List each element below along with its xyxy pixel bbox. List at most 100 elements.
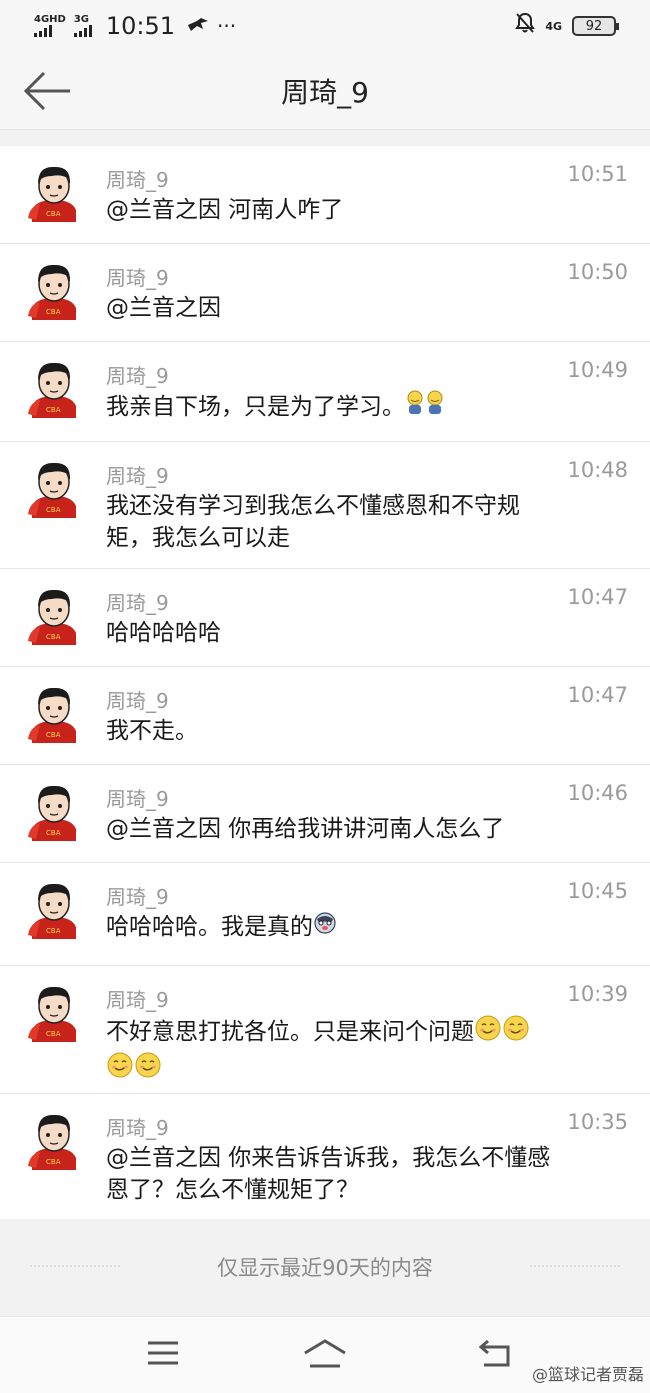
return-icon [478, 1339, 510, 1367]
message-row[interactable]: CBA 周琦_9 10:39 不好意思打扰各位。只是来问个问题 [0, 966, 650, 1094]
husky-emoji-icon [313, 911, 337, 944]
message-body: 我还没有学习到我怎么不懂感恩和不守规矩，我怎么可以走 [106, 490, 551, 554]
message-time: 10:45 [567, 879, 628, 903]
message-row[interactable]: CBA 周琦_9 10:45 哈哈哈哈。我是真的 [0, 863, 650, 966]
message-time: 10:48 [567, 458, 628, 482]
svg-text:CBA: CBA [46, 506, 61, 514]
message-row[interactable]: CBA 周琦_9 10:50 @兰音之因 [0, 244, 650, 342]
app-header: 周琦_9 [0, 52, 650, 130]
message-text: 我亲自下场，只是为了学习。 [106, 394, 405, 420]
message-time: 10:50 [567, 260, 628, 284]
message-text: @兰音之因 河南人咋了 [106, 197, 344, 223]
message-time: 10:46 [567, 781, 628, 805]
laugh-cry-emoji-icon [425, 390, 445, 425]
laugh-cry-emoji-icon [405, 390, 425, 425]
sender-name: 周琦_9 [106, 168, 169, 192]
message-body: @兰音之因 你再给我讲讲河南人怎么了 [106, 813, 551, 845]
page-title: 周琦_9 [281, 75, 369, 109]
menu-icon [148, 1341, 178, 1365]
svg-text:CBA: CBA [46, 210, 61, 218]
sender-name: 周琦_9 [106, 364, 169, 388]
back-button[interactable] [22, 70, 74, 112]
svg-text:CBA: CBA [46, 406, 61, 414]
status-bar: 4GHD 3G 10:51 ··· 4G 92 [0, 0, 650, 52]
message-body: @兰音之因 [106, 292, 551, 324]
more-status-indicator: ··· [217, 14, 237, 38]
history-note: 仅显示最近90天的内容 [217, 1255, 433, 1280]
message-text: 哈哈哈哈。我是真的 [106, 914, 313, 940]
sender-name: 周琦_9 [106, 591, 169, 615]
message-body: 我亲自下场，只是为了学习。 [106, 390, 551, 425]
home-icon [304, 1339, 346, 1368]
signal-4g-icon: 4GHD [34, 15, 66, 37]
message-time: 10:39 [567, 982, 628, 1006]
avatar[interactable]: CBA [26, 260, 82, 320]
avatar[interactable]: CBA [26, 1110, 82, 1170]
message-text: @兰音之因 你来告诉告诉我，我怎么不懂感恩了？怎么不懂规矩了？ [106, 1145, 551, 1203]
message-body: @兰音之因 河南人咋了 [106, 194, 551, 226]
home-button[interactable] [302, 1339, 348, 1373]
message-text: 哈哈哈哈哈 [106, 620, 221, 646]
avatar[interactable]: CBA [26, 585, 82, 645]
message-body: @兰音之因 你来告诉告诉我，我怎么不懂感恩了？怎么不懂规矩了？ [106, 1142, 551, 1206]
message-time: 10:47 [567, 585, 628, 609]
message-list: CBA 周琦_9 10:51 @兰音之因 河南人咋了 CBA 周琦_9 10:50 @兰… [0, 146, 650, 1222]
message-text: @兰音之因 [106, 295, 221, 321]
message-text: 我不走。 [106, 718, 198, 744]
system-navbar: @篮球记者贾磊 [0, 1316, 650, 1393]
avatar[interactable]: CBA [26, 683, 82, 743]
sender-name: 周琦_9 [106, 689, 169, 713]
message-body: 哈哈哈哈哈 [106, 617, 551, 649]
message-row[interactable]: CBA 周琦_9 10:47 我不走。 [0, 667, 650, 765]
divider [30, 1265, 120, 1267]
message-body: 我不走。 [106, 715, 551, 747]
notification-bird-icon [187, 14, 209, 38]
message-time: 10:51 [567, 162, 628, 186]
avatar[interactable]: CBA [26, 781, 82, 841]
history-note-area: 仅显示最近90天的内容 [0, 1219, 650, 1314]
lte-indicator: 4G [545, 19, 562, 33]
svg-text:CBA: CBA [46, 731, 61, 739]
message-text: 不好意思打扰各位。只是来问个问题 [106, 1019, 474, 1045]
status-time: 10:51 [105, 12, 176, 40]
svg-text:CBA: CBA [46, 1030, 61, 1038]
svg-text:CBA: CBA [46, 633, 61, 641]
system-back-button[interactable] [478, 1339, 514, 1373]
avatar[interactable]: CBA [26, 162, 82, 222]
message-row[interactable]: CBA 周琦_9 10:49 我亲自下场，只是为了学习。 [0, 342, 650, 442]
sender-name: 周琦_9 [106, 266, 169, 290]
smirk-emoji-icon [474, 1014, 502, 1051]
sender-name: 周琦_9 [106, 1116, 169, 1140]
sender-name: 周琦_9 [106, 988, 169, 1012]
message-row[interactable]: CBA 周琦_9 10:46 @兰音之因 你再给我讲讲河南人怎么了 [0, 765, 650, 863]
battery-icon: 92 [572, 16, 619, 36]
svg-text:CBA: CBA [46, 308, 61, 316]
avatar[interactable]: CBA [26, 358, 82, 418]
message-time: 10:47 [567, 683, 628, 707]
watermark: @篮球记者贾磊 [531, 1365, 644, 1384]
avatar[interactable]: CBA [26, 458, 82, 518]
smirk-emoji-icon [106, 1051, 134, 1088]
message-row[interactable]: CBA 周琦_9 10:51 @兰音之因 河南人咋了 [0, 146, 650, 244]
svg-text:CBA: CBA [46, 1158, 61, 1166]
svg-text:CBA: CBA [46, 927, 61, 935]
sender-name: 周琦_9 [106, 464, 169, 488]
message-body: 不好意思打扰各位。只是来问个问题 [106, 1014, 551, 1088]
message-row[interactable]: CBA 周琦_9 10:47 哈哈哈哈哈 [0, 569, 650, 667]
bell-muted-icon [515, 12, 536, 40]
avatar[interactable]: CBA [26, 879, 82, 939]
message-time: 10:49 [567, 358, 628, 382]
sender-name: 周琦_9 [106, 787, 169, 811]
svg-text:CBA: CBA [46, 829, 61, 837]
sender-name: 周琦_9 [106, 885, 169, 909]
message-time: 10:35 [567, 1110, 628, 1134]
message-body: 哈哈哈哈。我是真的 [106, 911, 551, 944]
message-text: @兰音之因 你再给我讲讲河南人怎么了 [106, 816, 505, 842]
message-text: 我还没有学习到我怎么不懂感恩和不守规矩，我怎么可以走 [106, 493, 520, 551]
message-row[interactable]: CBA 周琦_9 10:35 @兰音之因 你来告诉告诉我，我怎么不懂感恩了？怎么不懂… [0, 1094, 650, 1222]
menu-button[interactable] [146, 1339, 180, 1371]
smirk-emoji-icon [134, 1051, 162, 1088]
avatar[interactable]: CBA [26, 982, 82, 1042]
message-row[interactable]: CBA 周琦_9 10:48 我还没有学习到我怎么不懂感恩和不守规矩，我怎么可以走 [0, 442, 650, 569]
arrow-left-icon [23, 71, 70, 111]
